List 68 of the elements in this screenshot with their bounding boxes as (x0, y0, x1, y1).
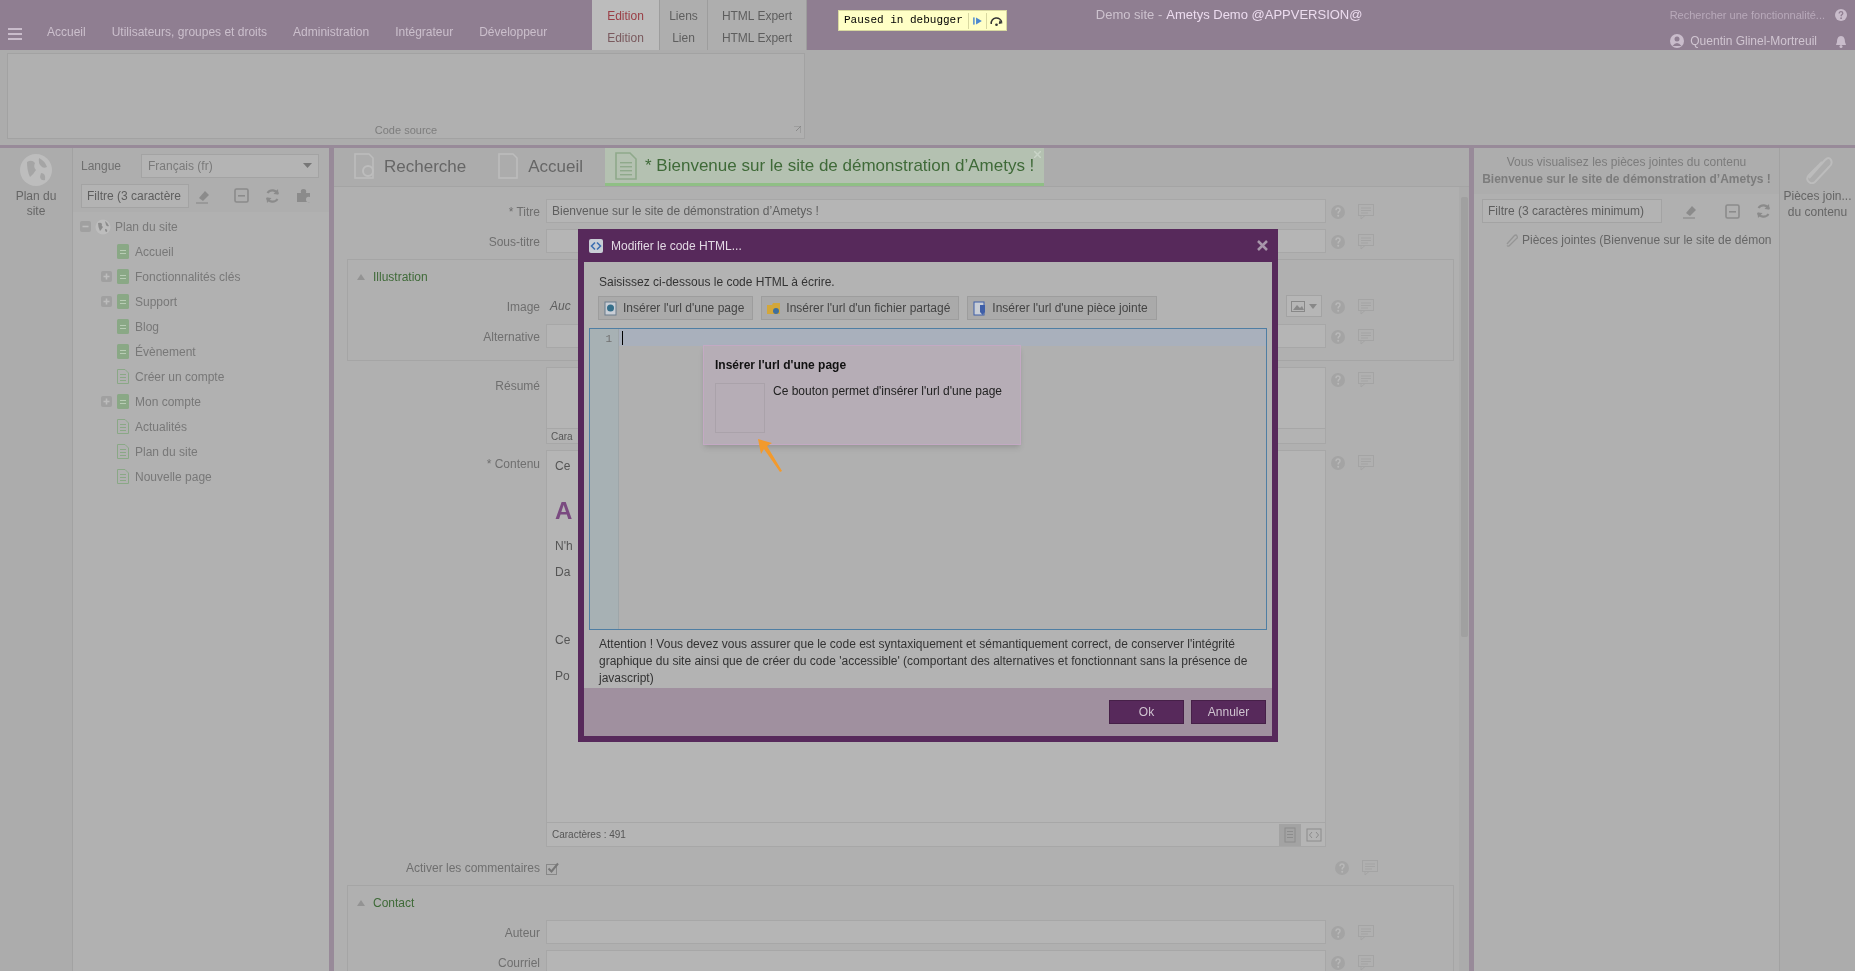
content-text: Da (555, 564, 571, 581)
editor-tab[interactable]: Accueil (488, 148, 594, 186)
site-name: Demo site - (1095, 6, 1163, 23)
field-label: Résumé (494, 378, 541, 395)
warning-text: Attention ! Vous devez vous assurer que le code est syntaxiquement et sémantiquement correct, de conserver l'intégrité graphique du site ainsi que de créer du code 'accessible' (comportant des alternatives et fonctionnant sans la présence de javascript) (597, 636, 1249, 687)
section-title[interactable]: Illustration (373, 268, 428, 286)
contextual-tab[interactable]: Lien (660, 25, 707, 50)
dialog-title: Modifier le code HTML... (611, 237, 742, 255)
field-label: * Titre (507, 204, 541, 221)
insert-link-button[interactable]: Insérer l'url d'une page (598, 296, 754, 320)
insert-link-button[interactable]: Insérer l'url d'un fichier partagé (761, 296, 960, 320)
tab-group-label: Edition (606, 8, 645, 25)
field-label: Auteur (503, 925, 541, 942)
field-label: Langue (81, 157, 123, 175)
tool-label[interactable]: du contenu (1787, 204, 1848, 220)
tool-label[interactable]: Plan du site (11, 189, 61, 219)
dialog-button[interactable]: Annuler (1191, 700, 1266, 724)
tree-item[interactable]: Mon compte (135, 392, 202, 411)
line-number: 1 (605, 332, 612, 347)
character-count: Caractères : 491 (552, 828, 626, 842)
content-text: Ce (555, 632, 571, 649)
app-tab[interactable]: Utilisateurs, groupes et droits (98, 23, 281, 41)
tree-item[interactable]: Support (135, 292, 178, 311)
tree-item[interactable]: Actualités (135, 417, 188, 436)
tree-item[interactable]: Fonctionnalités clés (135, 267, 241, 286)
image-field: Auc (546, 297, 571, 315)
tree-item[interactable]: Nouvelle page (135, 467, 212, 486)
dialog-button[interactable]: Ok (1109, 700, 1184, 724)
field-label: Image (505, 299, 541, 316)
contextual-tab[interactable]: Edition (592, 25, 659, 50)
user-name[interactable]: Quentin Glinel-Mortreuil (1690, 32, 1817, 50)
tree-item[interactable]: Pièces jointes (Bienvenue sur le site de démon (1522, 231, 1772, 249)
app-tab[interactable]: Accueil (34, 23, 99, 41)
field-label: Sous-titre (487, 234, 541, 251)
tooltip-text: Ce bouton permet d'insérer l'url d'une page (773, 383, 1002, 400)
language-select[interactable]: Français (fr) (141, 153, 319, 178)
tree-item[interactable]: Accueil (135, 242, 174, 261)
tree-item[interactable]: Blog (135, 317, 160, 336)
app-version: Ametys Demo @APPVERSION@ (1166, 6, 1363, 23)
editor-tab[interactable]: * Bienvenue sur le site de démonstration d’Ametys ! (605, 148, 1045, 186)
field-label: * Contenu (485, 456, 541, 473)
app-tab[interactable]: Développeur (466, 23, 561, 41)
debugger-message: Paused in debugger (843, 13, 964, 29)
section-title[interactable]: Contact (373, 894, 415, 912)
editor-tab[interactable]: Recherche (344, 148, 477, 186)
dialog-instructions: Saisissez ci-dessous le code HTML à écrire. (598, 274, 836, 291)
filter-field[interactable]: Filtre (3 caractère (81, 183, 189, 208)
app-tab[interactable]: Administration (280, 23, 383, 41)
tab-group-label: HTML Expert (720, 8, 794, 25)
tooltip-title: Insérer l'url d'une page (715, 357, 848, 374)
tab-group-label: Liens (668, 8, 699, 25)
tool-label[interactable]: Pièces join... (1783, 188, 1852, 204)
field-label: Alternative (482, 329, 541, 346)
app-tab[interactable]: Intégrateur (382, 23, 467, 41)
tree-item[interactable]: Plan du site (115, 217, 178, 236)
content-text: Po (555, 668, 570, 685)
field-label: Activer les commentaires (404, 860, 541, 877)
content-text: Ce (555, 458, 571, 475)
insert-link-button[interactable]: Insérer l'url d'une pièce jointe (967, 296, 1157, 320)
content-heading: A (555, 496, 573, 526)
content-text: N'h (555, 538, 573, 555)
contextual-tab[interactable]: HTML Expert (708, 25, 806, 50)
field-label: Courriel (497, 955, 541, 971)
tree-item[interactable]: Créer un compte (135, 367, 225, 386)
filter-field[interactable]: Filtre (3 caractères minimum) (1482, 199, 1662, 223)
text-field[interactable]: Bienvenue sur le site de démonstration d’Ametys ! (546, 199, 1326, 223)
tree-item[interactable]: Plan du site (135, 442, 198, 461)
tree-item[interactable]: Évènement (135, 342, 196, 361)
